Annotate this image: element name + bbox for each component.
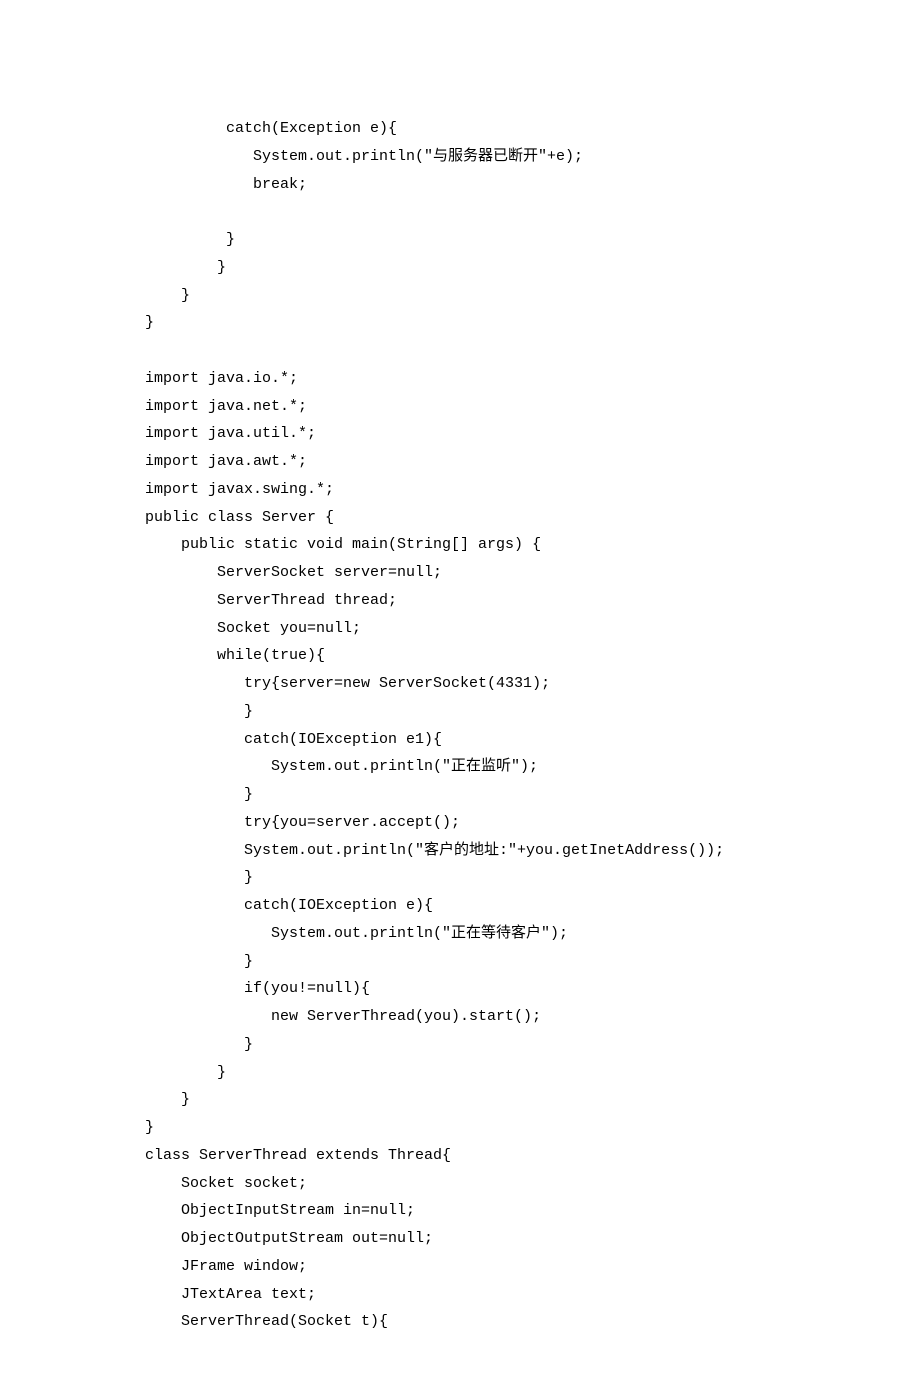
code-block: catch(Exception e){ System.out.println("… bbox=[145, 120, 724, 1330]
code-document: catch(Exception e){ System.out.println("… bbox=[0, 0, 920, 1396]
